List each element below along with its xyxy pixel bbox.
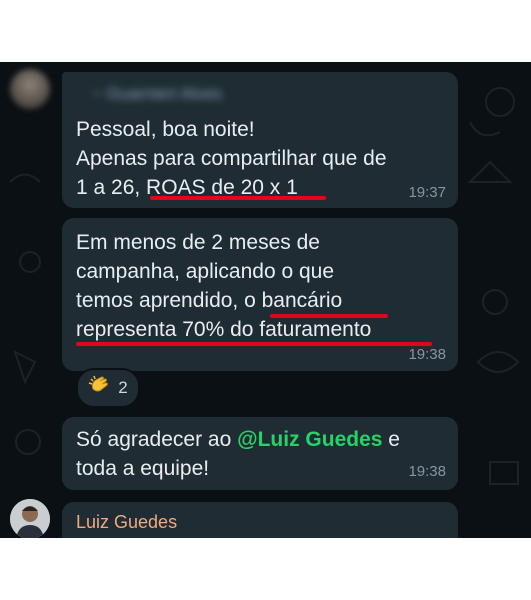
user-mention-link[interactable]: @Luiz Guedes [237, 428, 382, 451]
reaction-badge[interactable]: 2 [76, 368, 140, 408]
reaction-count: 2 [118, 378, 128, 397]
chat-conversation: ~ Guarnieri Alves Pessoal, boa noite! Ap… [0, 62, 531, 538]
message-bubble[interactable]: Só agradecer ao @Luiz Guedes e toda a eq… [62, 417, 458, 490]
message-bubble[interactable]: ~ Guarnieri Alves Pessoal, boa noite! Ap… [62, 72, 458, 208]
message-time: 19:38 [408, 346, 446, 363]
message-text: Em menos de 2 meses de campanha, aplican… [76, 231, 372, 341]
luiz-guedes-avatar[interactable] [10, 499, 50, 538]
red-highlight-underline [76, 342, 432, 346]
message-text: Só agradecer ao @Luiz Guedes e toda a eq… [76, 428, 400, 480]
message-time: 19:38 [408, 463, 446, 480]
clapping-hands-icon [88, 375, 110, 402]
message-bubble[interactable]: Em menos de 2 meses de campanha, aplican… [62, 218, 458, 371]
message-time: 19:37 [408, 184, 446, 201]
red-highlight-underline [150, 196, 326, 200]
sender-name[interactable]: Luiz Guedes [76, 512, 177, 533]
red-highlight-underline [270, 314, 388, 318]
person-photo-icon [10, 499, 50, 538]
message-bubble[interactable]: Luiz Guedes [62, 502, 458, 538]
sender-avatar[interactable] [10, 69, 50, 109]
sender-name[interactable]: ~ Guarnieri Alves [92, 84, 292, 104]
message-text: Pessoal, boa noite! Apenas para comparti… [76, 118, 387, 199]
